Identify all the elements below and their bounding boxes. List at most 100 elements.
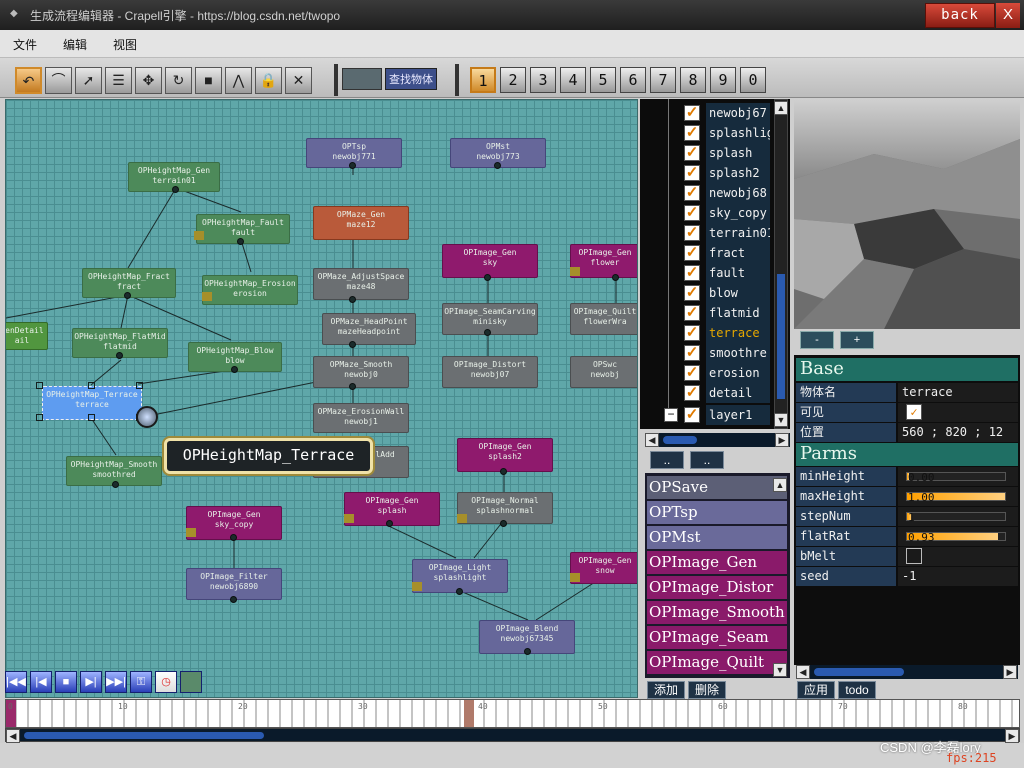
- tree-item[interactable]: ✓splashligl: [640, 123, 772, 143]
- apply-button[interactable]: 应用: [797, 681, 835, 699]
- layer-button-3[interactable]: 3: [530, 67, 556, 93]
- output-port[interactable]: [349, 341, 356, 348]
- output-port[interactable]: [237, 238, 244, 245]
- seed-field[interactable]: -1: [898, 567, 1018, 586]
- scroll-down-icon[interactable]: ▼: [773, 663, 787, 677]
- forward-to-end-icon[interactable]: ▶▶|: [105, 671, 127, 693]
- pointer-icon[interactable]: ➚: [75, 67, 102, 94]
- rewind-to-start-icon[interactable]: |◀◀: [5, 671, 27, 693]
- output-port[interactable]: [349, 383, 356, 390]
- node-graph-canvas[interactable]: OPHeightMap_Gen terrain01 OPHeightMap_Fau…: [5, 99, 638, 698]
- graph-node[interactable]: OPMaze_Smooth newobj0: [313, 356, 409, 388]
- operator-item[interactable]: OPImage_Distor: [647, 576, 787, 599]
- split-icon[interactable]: ⋀: [225, 67, 252, 94]
- menu-file[interactable]: 文件: [13, 36, 37, 53]
- graph-node[interactable]: OPImage_Quilt flowerWra: [570, 303, 637, 335]
- operator-item[interactable]: OPImage_Smooth: [647, 601, 787, 624]
- check-icon[interactable]: ✓: [684, 165, 700, 181]
- zoom-out-button[interactable]: -: [800, 331, 834, 349]
- graph-node[interactable]: OPMaze_AdjustSpace maze48: [313, 268, 409, 300]
- selection-handle[interactable]: [36, 382, 43, 389]
- graph-node[interactable]: OPMaze_Gen maze12: [313, 206, 409, 240]
- scroll-left-icon[interactable]: ◀: [645, 433, 659, 447]
- step-forward-icon[interactable]: ▶|: [80, 671, 102, 693]
- scroll-up-icon[interactable]: ▲: [774, 101, 788, 115]
- check-icon[interactable]: ✓: [684, 125, 700, 141]
- texture-icon[interactable]: [180, 671, 202, 693]
- output-port[interactable]: [349, 296, 356, 303]
- back-button[interactable]: back: [925, 3, 995, 28]
- check-icon[interactable]: ✓: [684, 407, 700, 423]
- tree-hscrollbar[interactable]: ◀ ▶: [645, 433, 790, 447]
- layer-button-0[interactable]: 0: [740, 67, 766, 93]
- name-field[interactable]: terrace: [898, 383, 1018, 402]
- search-input[interactable]: [342, 68, 382, 90]
- timeline-playhead[interactable]: [464, 700, 474, 727]
- check-icon[interactable]: ✓: [684, 105, 700, 121]
- tree-item[interactable]: ✓ flatmid: [640, 303, 772, 323]
- tree-item[interactable]: ✓ fract: [640, 243, 772, 263]
- zoom-in-button[interactable]: +: [840, 331, 874, 349]
- check-icon[interactable]: ✓: [684, 285, 700, 301]
- selection-handle[interactable]: [88, 382, 95, 389]
- scroll-right-icon[interactable]: ▶: [775, 433, 789, 447]
- delete-icon[interactable]: ✕: [285, 67, 312, 94]
- output-port[interactable]: [124, 292, 131, 299]
- output-port[interactable]: [112, 481, 119, 488]
- output-port[interactable]: [484, 329, 491, 336]
- check-icon[interactable]: ✓: [684, 225, 700, 241]
- stepnum-slider[interactable]: [906, 512, 1006, 521]
- tree-item[interactable]: ✓ smoothre: [640, 343, 772, 363]
- graph-node[interactable]: OPImage_Gen flower: [570, 244, 637, 278]
- lock-icon[interactable]: 🔒: [255, 67, 282, 94]
- output-port[interactable]: [524, 648, 531, 655]
- scroll-right-icon[interactable]: ▶: [1005, 729, 1019, 743]
- check-icon[interactable]: ✓: [684, 265, 700, 281]
- select-text-icon[interactable]: ☰: [105, 67, 132, 94]
- graph-node[interactable]: GenDetailail: [6, 322, 48, 350]
- step-back-icon[interactable]: |◀: [30, 671, 52, 693]
- check-icon[interactable]: ✓: [684, 345, 700, 361]
- output-port[interactable]: [612, 274, 619, 281]
- terrain-preview[interactable]: [794, 99, 1020, 329]
- stop-icon[interactable]: ■: [55, 671, 77, 693]
- stop-icon[interactable]: ■: [195, 67, 222, 94]
- scroll-down-icon[interactable]: ▼: [774, 413, 788, 427]
- arc-tool-icon[interactable]: ⌒: [45, 67, 72, 94]
- operator-item[interactable]: OPMst: [647, 526, 787, 549]
- operator-item[interactable]: OPSave: [647, 476, 787, 499]
- scroll-up-icon[interactable]: ▲: [773, 478, 787, 492]
- graph-node[interactable]: OPImage_Gen sky: [442, 244, 538, 278]
- output-port[interactable]: [456, 588, 463, 595]
- tree-item[interactable]: ✓ sky_copy: [640, 203, 772, 223]
- output-port[interactable]: [172, 186, 179, 193]
- curve-tool-icon[interactable]: ↶: [15, 67, 42, 94]
- scroll-left-icon[interactable]: ◀: [796, 665, 810, 679]
- check-icon[interactable]: ✓: [684, 385, 700, 401]
- tree-action-button[interactable]: ..: [690, 451, 724, 469]
- graph-node[interactable]: OPImage_Distort newobj07: [442, 356, 538, 388]
- output-port[interactable]: [500, 468, 507, 475]
- tree-item[interactable]: ✓ newobj67: [640, 103, 772, 123]
- output-port[interactable]: [230, 596, 237, 603]
- check-icon[interactable]: ✓: [906, 404, 922, 420]
- timeline-ruler[interactable]: 0 10 20 30 40 50 60 70 80: [5, 699, 1020, 728]
- check-icon[interactable]: ✓: [684, 145, 700, 161]
- graph-node[interactable]: OPSwc newobj: [570, 356, 637, 388]
- tree-layer[interactable]: − ✓ layer1: [640, 405, 772, 425]
- key-icon[interactable]: ⚿: [130, 671, 152, 693]
- check-icon[interactable]: ✓: [684, 245, 700, 261]
- layer-button-6[interactable]: 6: [620, 67, 646, 93]
- tree-item[interactable]: ✓ blow: [640, 283, 772, 303]
- layer-button-9[interactable]: 9: [710, 67, 736, 93]
- layer-button-2[interactable]: 2: [500, 67, 526, 93]
- tree-item[interactable]: ✓ newobj68: [640, 183, 772, 203]
- output-port[interactable]: [494, 162, 501, 169]
- operator-item[interactable]: OPTsp: [647, 501, 787, 524]
- tree-item[interactable]: ✓ splash: [640, 143, 772, 163]
- graph-node[interactable]: OPHeightMap_Erosion erosion: [202, 275, 298, 305]
- scroll-right-icon[interactable]: ▶: [1003, 665, 1017, 679]
- tree-action-button[interactable]: ..: [650, 451, 684, 469]
- scroll-thumb[interactable]: [24, 732, 264, 739]
- graph-node[interactable]: OPMaze_ErosionWall newobj1: [313, 403, 409, 433]
